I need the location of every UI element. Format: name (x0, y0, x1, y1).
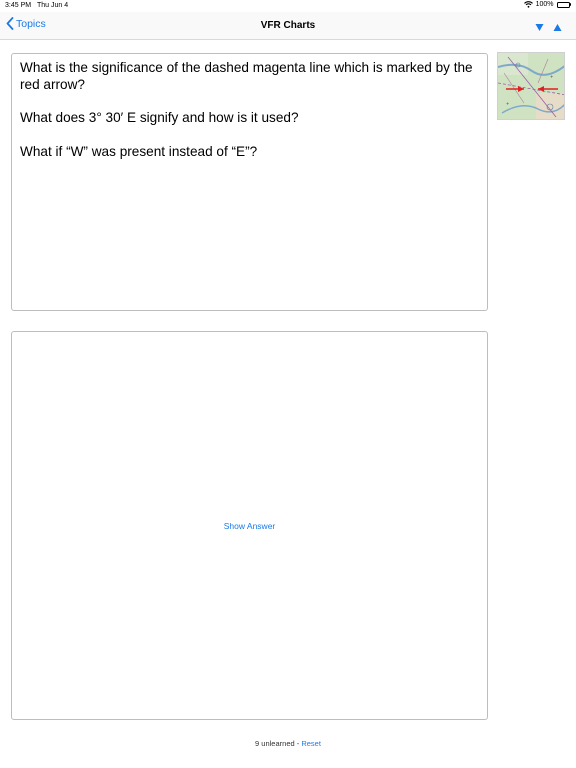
battery-percent: 100% (535, 1, 554, 8)
show-answer-button[interactable]: Show Answer (12, 521, 487, 531)
nav-bar: Topics VFR Charts (0, 12, 576, 40)
question-line: What if “W” was present instead of “E”? (20, 143, 258, 159)
status-right: 100% (523, 1, 571, 8)
arrow-down-icon[interactable] (535, 19, 544, 37)
status-bar: 3:45 PM Thu Jun 4 100% (0, 0, 576, 12)
answer-card: Show Answer (11, 331, 488, 720)
question-card: What is the significance of the dashed m… (11, 53, 488, 311)
battery-icon (556, 1, 571, 8)
wifi-icon (523, 1, 533, 8)
footer: 9 unlearned - Reset (0, 739, 576, 748)
status-time: 3:45 PM (5, 2, 32, 9)
arrow-up-icon[interactable] (553, 19, 562, 37)
question-line: What does 3° 30′ E signify and how is it… (20, 110, 299, 125)
status-date: Thu Jun 4 (37, 2, 69, 9)
question-line: What is the significance of the dashed m… (20, 60, 473, 92)
page-title: VFR Charts (260, 20, 316, 31)
svg-text:+: + (550, 74, 553, 79)
reset-button[interactable]: Reset (301, 739, 321, 748)
svg-text:+: + (506, 101, 509, 106)
unlearned-count: 9 unlearned - (255, 739, 302, 748)
chart-thumbnail[interactable]: + + (497, 52, 565, 120)
card-navigation (535, 19, 562, 37)
